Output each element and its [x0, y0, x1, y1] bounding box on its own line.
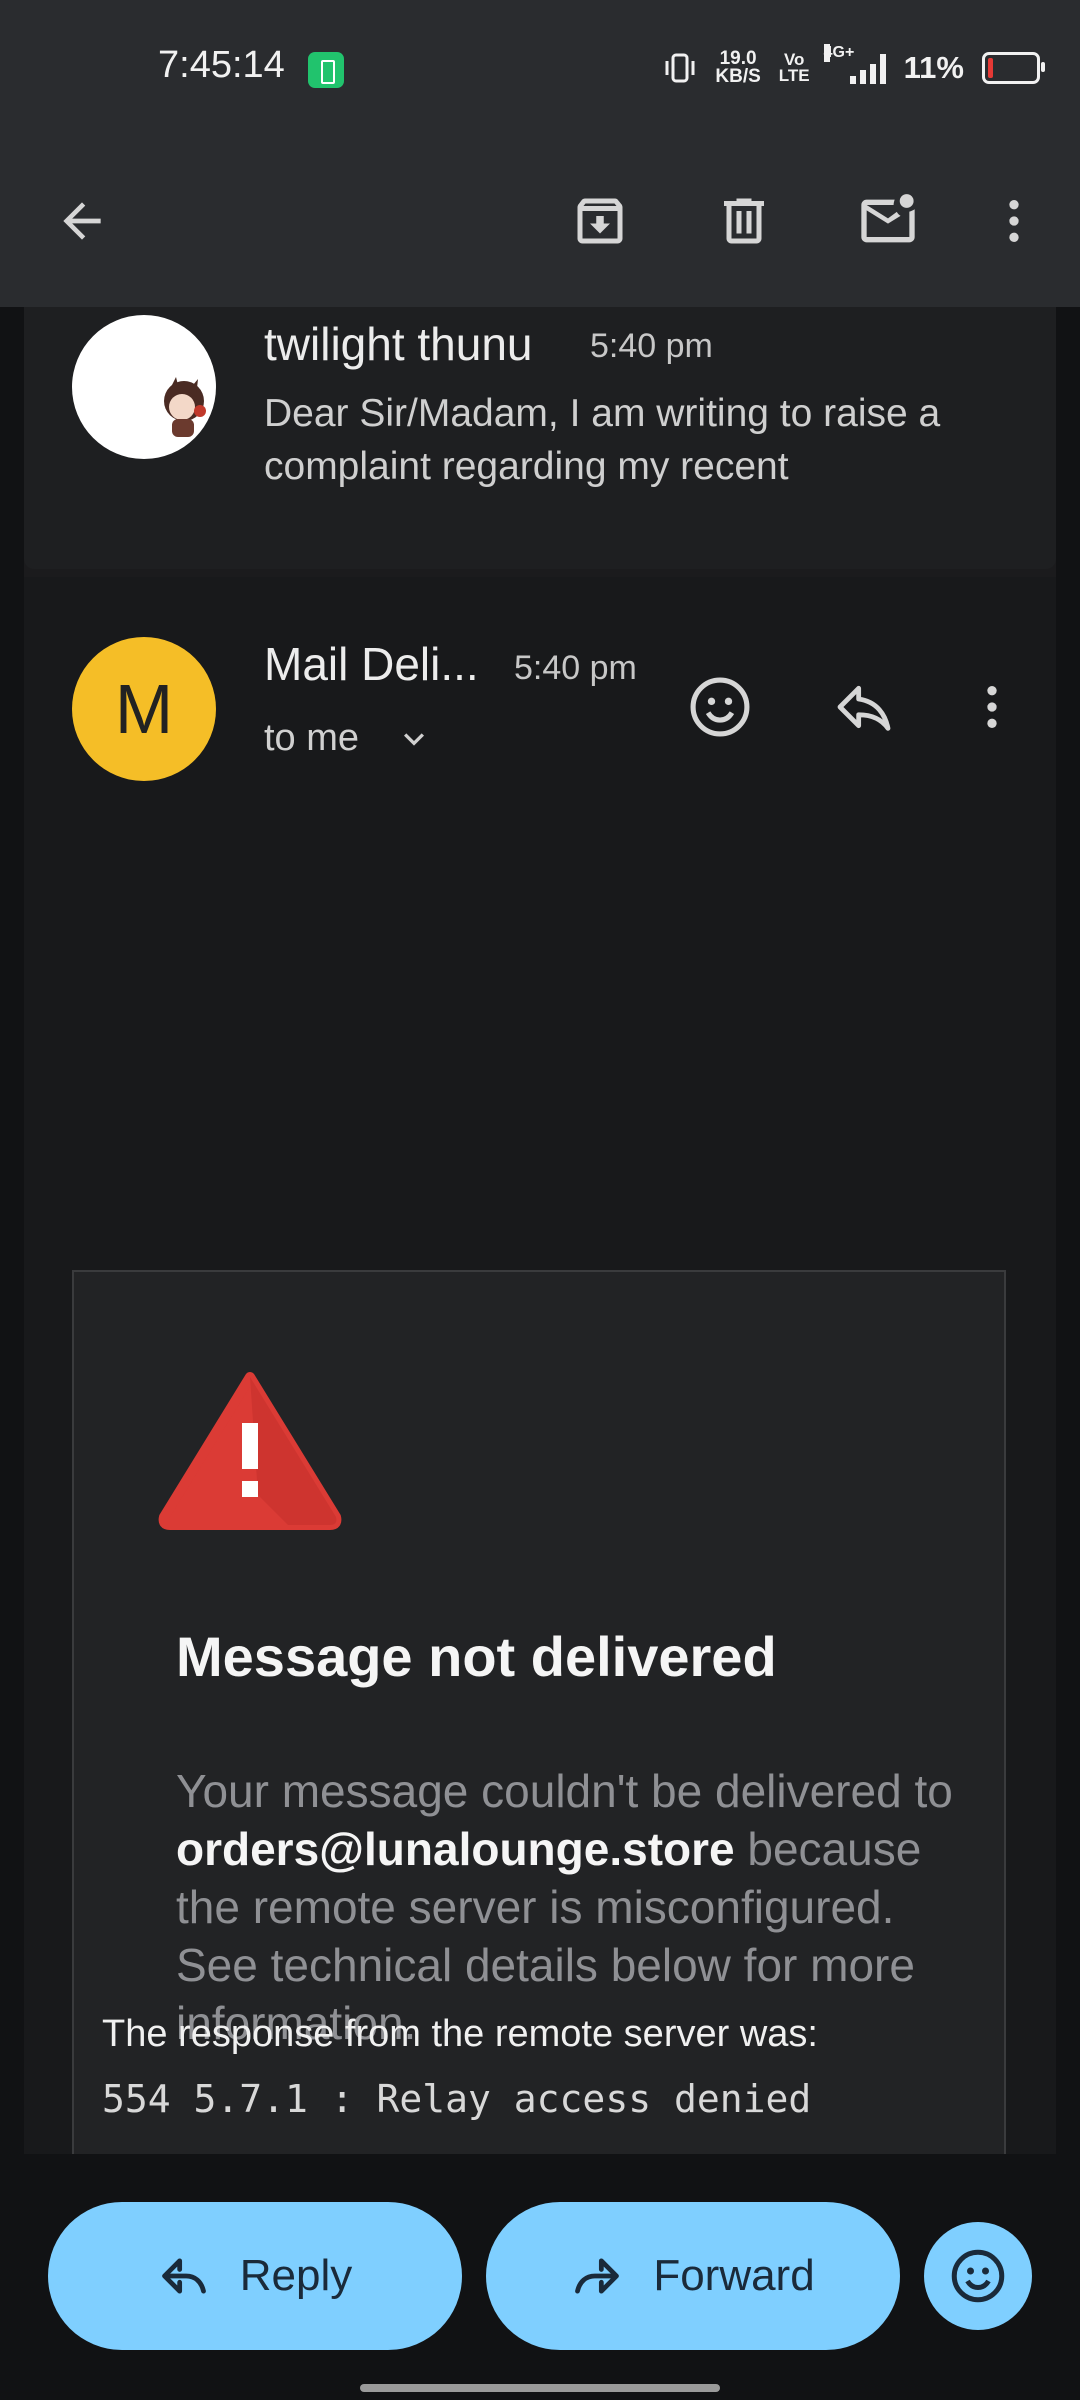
more-options-button[interactable]: [972, 179, 1056, 263]
react-emoji-button[interactable]: [924, 2222, 1032, 2330]
server-response-label: The response from the remote server was:: [102, 2013, 818, 2055]
chevron-down-icon[interactable]: [394, 719, 434, 759]
more-vert-icon: [1009, 200, 1019, 242]
avatar[interactable]: [72, 315, 216, 459]
avatar[interactable]: M: [72, 637, 216, 781]
forward-pill-button[interactable]: Forward: [486, 2202, 900, 2350]
forward-icon: [575, 2258, 620, 2294]
reply-pill-button[interactable]: Reply: [48, 2202, 462, 2350]
volte-indicator: Vo LTE: [778, 51, 810, 85]
vibrate-icon: [665, 53, 695, 83]
message-more-button[interactable]: [952, 667, 1032, 747]
battery-level-fill: [988, 58, 993, 78]
reply-icon: [837, 685, 891, 731]
more-vert-icon: [987, 686, 997, 728]
net-speed: 19.0 KB/S: [715, 49, 761, 87]
delete-button[interactable]: [702, 179, 786, 263]
reply-button[interactable]: [824, 667, 904, 747]
emoji-icon: [951, 2249, 1005, 2303]
collapsed-message[interactable]: twilight thunu 5:40 pm Dear Sir/Madam, I…: [24, 307, 1056, 569]
server-response-code: 554 5.7.1 : Relay access denied: [102, 2077, 812, 2121]
sender-name[interactable]: Mail Deli...: [264, 637, 479, 691]
battery-saver-icon: [308, 52, 344, 88]
message-time: 5:40 pm: [514, 649, 637, 687]
message-snippet: Dear Sir/Madam, I am writing to raise a …: [264, 392, 941, 488]
status-time: 7:45:14: [158, 44, 285, 86]
bounce-text-before: Your message couldn't be delivered to: [176, 1765, 953, 1817]
open-message: M Mail Deli... 5:40 pm to me Message not…: [24, 577, 1056, 2154]
home-indicator[interactable]: [360, 2384, 720, 2392]
battery-percent: 11%: [903, 50, 964, 85]
top-app-bar: [0, 135, 1080, 307]
status-icons: 19.0 KB/S Vo LTE 4G+ 11%: [663, 42, 1045, 94]
archive-button[interactable]: [558, 179, 642, 263]
warning-icon: [158, 1372, 342, 1530]
emoji-icon: [690, 677, 750, 737]
delete-icon: [724, 198, 764, 244]
signal-icon: 4G+: [823, 44, 886, 84]
avatar-letter: M: [114, 670, 174, 748]
reply-label: Reply: [239, 2251, 353, 2300]
volte-bottom: LTE: [778, 66, 810, 85]
bottom-action-bar: Reply Forward: [0, 2154, 1080, 2400]
network-type: 4G+: [823, 44, 855, 62]
net-speed-unit: KB/S: [715, 66, 761, 87]
status-bar: 7:45:14 19.0 KB/S Vo LTE 4G+ 11%: [0, 0, 1080, 135]
add-reaction-button[interactable]: [680, 667, 760, 747]
message-time: 5:40 pm: [590, 327, 713, 365]
back-button[interactable]: [40, 179, 124, 263]
archive-icon: [577, 198, 623, 244]
bounce-body: Your message couldn't be delivered to or…: [176, 1762, 976, 2052]
bounce-title: Message not delivered: [176, 1625, 777, 1688]
battery-icon: [982, 52, 1045, 84]
mark-unread-icon: [861, 194, 915, 243]
back-arrow-icon: [63, 202, 101, 240]
recipient-label[interactable]: to me: [264, 717, 359, 760]
reply-icon: [161, 2258, 206, 2294]
sender-name: twilight thunu: [264, 318, 533, 370]
anime-avatar-image: [164, 377, 206, 437]
forward-label: Forward: [653, 2251, 815, 2300]
message-thread[interactable]: twilight thunu 5:40 pm Dear Sir/Madam, I…: [24, 307, 1056, 2154]
mark-unread-button[interactable]: [846, 179, 930, 263]
recipient-email: orders@lunalounge.store: [176, 1823, 735, 1875]
